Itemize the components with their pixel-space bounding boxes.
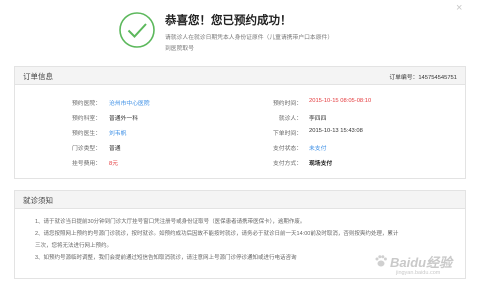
appointment-time-label: 预约时间： (273, 101, 302, 107)
notice-header: 就诊须知 (15, 191, 465, 209)
patient-value: 李四四 (309, 116, 327, 122)
notice-item: 2、请您按照网上预约的号源门诊就诊，按时就诊。如预约成功后因故不能按时就诊，请务… (35, 231, 399, 237)
paw-icon (375, 255, 387, 267)
success-banner: 恭喜您！您已预约成功！ 请就诊人在就诊日期凭本人身份证原件（儿童请携带户口本原件… (118, 8, 418, 60)
hospital-label: 预约医院： (72, 101, 101, 107)
success-instruction: 请就诊人在就诊日期凭本人身份证原件（儿童请携带户口本原件） (165, 35, 334, 41)
payment-method-label: 支付方式： (273, 161, 302, 167)
watermark-url: jingyan.baidu.com (396, 270, 441, 276)
fee-label: 挂号费用： (72, 161, 101, 167)
order-row: 预约科室： 普通外一科 就诊人： 李四四 (15, 113, 465, 123)
doctor-link[interactable]: 刘韦帆 (109, 128, 126, 137)
notice-item: 1、请于就诊当日提前30分钟到门诊大厅挂号窗口凭注册号或身份证取号（医保患者请携… (35, 219, 306, 225)
clinic-type-value: 普通 (109, 146, 121, 152)
payment-method-value: 现场支付 (309, 161, 333, 167)
check-circle-icon (119, 12, 155, 48)
order-time-label: 下单时间： (273, 131, 302, 137)
order-number: 订单编号：145754545751 (389, 72, 457, 81)
order-number-label: 订单编号： (389, 75, 419, 81)
success-title: 恭喜您！您已预约成功！ (165, 15, 292, 27)
order-row: 门诊类型： 普通 支付状态： 未支付 (15, 143, 465, 153)
hospital-link[interactable]: 沧州市中心医院 (109, 98, 150, 107)
order-number-value: 145754545751 (418, 75, 457, 81)
order-info-title: 订单信息 (23, 72, 53, 81)
order-time-value: 2015-10-13 15:43:08 (309, 128, 363, 134)
notice-title: 就诊须知 (23, 196, 53, 205)
doctor-label: 预约医生： (72, 131, 101, 137)
appointment-time-value: 2015-10-15 08:05-08:10 (309, 98, 372, 104)
fee-value: 8元 (109, 161, 119, 167)
department-label: 预约科室： (72, 116, 101, 122)
payment-status-value: 未支付 (309, 146, 327, 152)
department-value: 普通外一科 (109, 116, 138, 122)
patient-label: 就诊人： (278, 116, 302, 122)
order-info-panel: 订单信息 订单编号：145754545751 预约医院： 沧州市中心医院 预约时… (14, 66, 466, 179)
payment-status-label: 支付状态： (273, 146, 302, 152)
order-row: 预约医生： 刘韦帆 下单时间： 2015-10-13 15:43:08 (15, 128, 465, 138)
clinic-type-label: 门诊类型： (72, 146, 101, 152)
success-instruction-2: 到医院取号 (165, 46, 194, 52)
order-row: 预约医院： 沧州市中心医院 预约时间： 2015-10-15 08:05-08:… (15, 98, 465, 108)
order-info-header: 订单信息 订单编号：145754545751 (15, 67, 465, 85)
close-icon[interactable]: × (456, 3, 462, 14)
baidu-jingyan-watermark: Baidu经验 jingyan.baidu.com (372, 248, 474, 282)
watermark-text: Baidu经验 (390, 255, 453, 270)
order-row: 挂号费用： 8元 支付方式： 现场支付 (15, 158, 465, 168)
